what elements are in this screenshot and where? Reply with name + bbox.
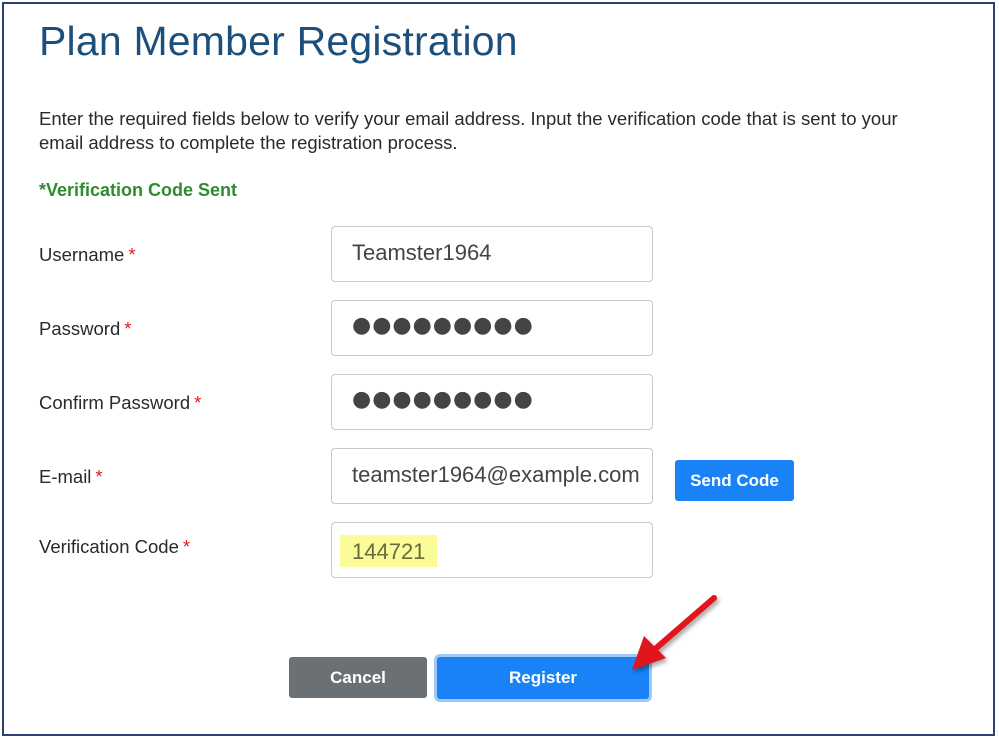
- verification-status-message: *Verification Code Sent: [39, 180, 238, 200]
- email-value: teamster1964@example.com: [352, 462, 640, 487]
- password-label: Password *: [39, 318, 131, 340]
- required-marker: *: [128, 244, 136, 265]
- confirm-password-value: ●●●●●●●●●: [352, 387, 534, 412]
- username-label-text: Username: [39, 244, 125, 265]
- verification-code-label-text: Verification Code: [39, 536, 179, 557]
- username-label: Username *: [39, 244, 136, 266]
- verification-code-value: 144721: [340, 535, 438, 567]
- page-title: Plan Member Registration: [39, 18, 518, 64]
- send-code-button[interactable]: Send Code: [675, 460, 794, 501]
- required-marker: *: [95, 466, 103, 487]
- required-marker: *: [182, 536, 191, 557]
- username-input[interactable]: Teamster1964: [331, 226, 653, 282]
- registration-panel: Plan Member Registration Enter the requi…: [2, 2, 995, 736]
- confirm-password-label: Confirm Password *: [39, 392, 201, 414]
- email-label: E-mail *: [39, 466, 103, 488]
- verification-code-input[interactable]: 144721: [331, 522, 653, 578]
- cancel-button[interactable]: Cancel: [289, 657, 427, 698]
- intro-text: Enter the required fields below to verif…: [39, 108, 898, 153]
- password-label-text: Password: [39, 318, 121, 339]
- confirm-password-input[interactable]: ●●●●●●●●●: [331, 374, 653, 430]
- required-marker: *: [124, 318, 132, 339]
- verification-code-label: Verification Code *: [39, 536, 190, 558]
- password-value: ●●●●●●●●●: [352, 313, 534, 338]
- username-value: Teamster1964: [352, 240, 492, 265]
- email-label-text: E-mail: [39, 466, 92, 487]
- confirm-password-label-text: Confirm Password: [39, 392, 191, 413]
- red-arrow-icon: [632, 595, 717, 670]
- register-button[interactable]: Register: [437, 657, 649, 699]
- email-input[interactable]: teamster1964@example.com: [331, 448, 653, 504]
- password-input[interactable]: ●●●●●●●●●: [331, 300, 653, 356]
- required-marker: *: [194, 392, 202, 413]
